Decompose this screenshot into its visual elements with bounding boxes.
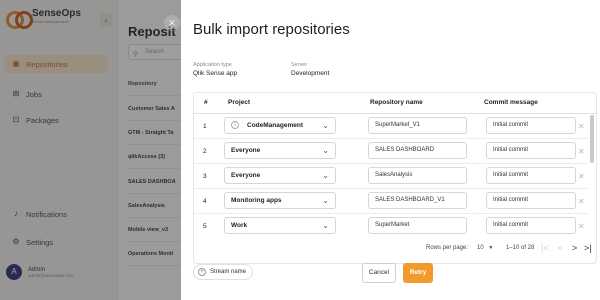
table-row: 3 Everyone ⌄ SalesAnalysis Initial commi… [194,164,588,189]
table-row: 2 Everyone ⌄ SALES DASHBOARD Initial com… [194,139,588,164]
row-number: 3 [203,173,207,180]
app-type-value: Qlik Sense app [193,70,238,77]
first-page-icon[interactable]: |< [541,233,549,263]
project-select[interactable]: Everyone ⌄ [224,142,336,159]
project-select[interactable]: Monitoring apps ⌄ [224,192,336,209]
chevron-down-icon: ⌄ [322,171,329,180]
column-header-project: Project [228,99,251,106]
commit-message-input[interactable]: Initial commit [486,167,576,184]
commit-message-input[interactable]: Initial commit [486,117,576,134]
app-type-label: Application type [193,62,232,68]
table-row: 1 i CodeManagement ⌄ SuperMarket_V1 Initi… [194,114,588,139]
bulk-import-panel: Bulk import repositories Application typ… [181,0,600,300]
last-page-icon[interactable]: >| [584,233,592,263]
retry-button[interactable]: Retry [403,263,433,283]
repository-name-input[interactable]: SuperMarket_V1 [368,117,467,134]
server-value: Development [291,70,330,77]
project-select[interactable]: i CodeManagement ⌄ [224,117,336,134]
column-header-num: # [204,99,208,106]
chevron-down-icon: ⌄ [322,146,329,155]
table-scrollbar[interactable] [590,115,594,233]
pagination: Rows per page: 10 ▼ 1–10 of 28 |< < > >| [194,233,596,263]
row-number: 4 [203,198,207,205]
next-page-icon[interactable]: > [572,233,577,263]
cancel-button[interactable]: Cancel [362,263,396,283]
chevron-down-icon: ⌄ [322,196,329,205]
info-icon: i [231,121,239,130]
close-icon[interactable]: ✕ [164,15,180,31]
caret-down-icon: ▼ [488,245,494,251]
rows-per-page-select[interactable]: 10 ▼ [477,233,493,263]
row-number: 1 [203,123,207,130]
server-label: Server [291,62,308,68]
remove-row-icon[interactable]: ✕ [578,164,585,189]
remove-row-icon[interactable]: ✕ [578,139,585,164]
commit-message-input[interactable]: Initial commit [486,217,576,234]
repository-name-input[interactable]: SalesAnalysis [368,167,467,184]
row-number: 2 [203,148,207,155]
import-table: # Project Repository name Commit message… [193,92,597,264]
column-header-commit: Commit message [484,99,538,106]
scrollbar-thumb[interactable] [590,115,594,163]
prev-page-icon[interactable]: < [558,233,563,263]
repository-name-input[interactable]: SuperMarket [368,217,467,234]
stream-name-chip[interactable]: + Stream name [193,264,254,280]
table-row: 4 Monitoring apps ⌄ SALES DASHBOARD_V1 I… [194,189,588,214]
add-circle-icon: + [198,268,206,276]
chevron-down-icon: ⌄ [322,221,329,230]
remove-row-icon[interactable]: ✕ [578,114,585,139]
pagination-range: 1–10 of 28 [506,245,535,251]
modal-backdrop[interactable] [0,0,188,300]
modal-actions: + Stream name Cancel Retry [181,263,600,300]
project-select[interactable]: Everyone ⌄ [224,167,336,184]
column-header-repository: Repository name [370,99,423,106]
modal-title: Bulk import repositories [193,21,350,38]
project-select[interactable]: Work ⌄ [224,217,336,234]
repository-name-input[interactable]: SALES DASHBOARD_V1 [368,192,467,209]
remove-row-icon[interactable]: ✕ [578,189,585,214]
commit-message-input[interactable]: Initial commit [486,192,576,209]
rows-per-page-label: Rows per page: [426,245,469,251]
commit-message-input[interactable]: Initial commit [486,142,576,159]
chevron-down-icon: ⌄ [322,121,329,130]
repository-name-input[interactable]: SALES DASHBOARD [368,142,467,159]
